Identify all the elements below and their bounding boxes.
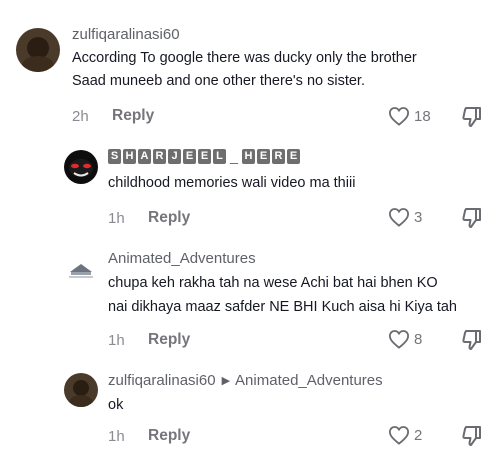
like-count: 8 [414,331,423,348]
reply-to-username[interactable]: Animated_Adventures [235,372,383,389]
username-char: A [138,149,151,164]
reply-button[interactable]: Reply [148,209,190,227]
comment-username: zulfiqaralinasi60 ▶ Animated_Adventures [108,372,383,389]
username-char: E [198,149,211,164]
username-char: J [168,149,181,164]
username-char: E [257,149,270,164]
comment-text-line: Saad muneeb and one other there's no sis… [72,73,365,89]
comment-username[interactable]: zulfiqaralinasi60 [72,26,180,43]
username-char: R [272,149,285,164]
username-char: E [183,149,196,164]
comment-time: 1h [108,428,125,445]
comment-text-line: chupa keh rakha tah na wese Achi bat hai… [108,275,438,291]
heart-outline-icon[interactable] [388,207,410,232]
avatar[interactable] [16,28,60,72]
comment-text-line: nai dikhaya maaz safder NE BHI Kuch aisa… [108,299,457,315]
heart-outline-icon[interactable] [388,425,410,450]
comment-username[interactable]: S H A R J E E L _ H E R E [108,149,300,164]
thumbs-down-icon[interactable] [462,425,482,452]
comment-time: 2h [72,108,89,125]
comment-text-line: According To google there was ducky only… [72,50,417,66]
username-char: L [213,149,226,164]
username-char: _ [230,148,238,164]
like-count: 18 [414,108,431,125]
reply-button[interactable]: Reply [148,331,190,349]
avatar[interactable] [64,252,98,286]
username-char: S [108,149,121,164]
heart-outline-icon[interactable] [388,329,410,354]
thumbs-down-icon[interactable] [462,106,482,133]
reply-button[interactable]: Reply [112,107,154,125]
username-char: R [153,149,166,164]
avatar[interactable] [64,373,98,407]
avatar[interactable] [64,150,98,184]
like-count: 2 [414,427,423,444]
comment-username[interactable]: Animated_Adventures [108,250,256,267]
username-char: H [123,149,136,164]
username-char: H [242,149,255,164]
heart-outline-icon[interactable] [388,106,410,131]
like-count: 3 [414,209,423,226]
comment-text-line: childhood memories wali video ma thiii [108,175,356,191]
comment-time: 1h [108,332,125,349]
thumbs-down-icon[interactable] [462,207,482,234]
triangle-right-icon: ▶ [221,375,231,387]
comment-time: 1h [108,210,125,227]
comment-username-link[interactable]: zulfiqaralinasi60 [108,372,216,389]
thumbs-down-icon[interactable] [462,329,482,356]
reply-button[interactable]: Reply [148,427,190,445]
username-char: E [287,149,300,164]
comment-text-line: ok [108,397,124,413]
